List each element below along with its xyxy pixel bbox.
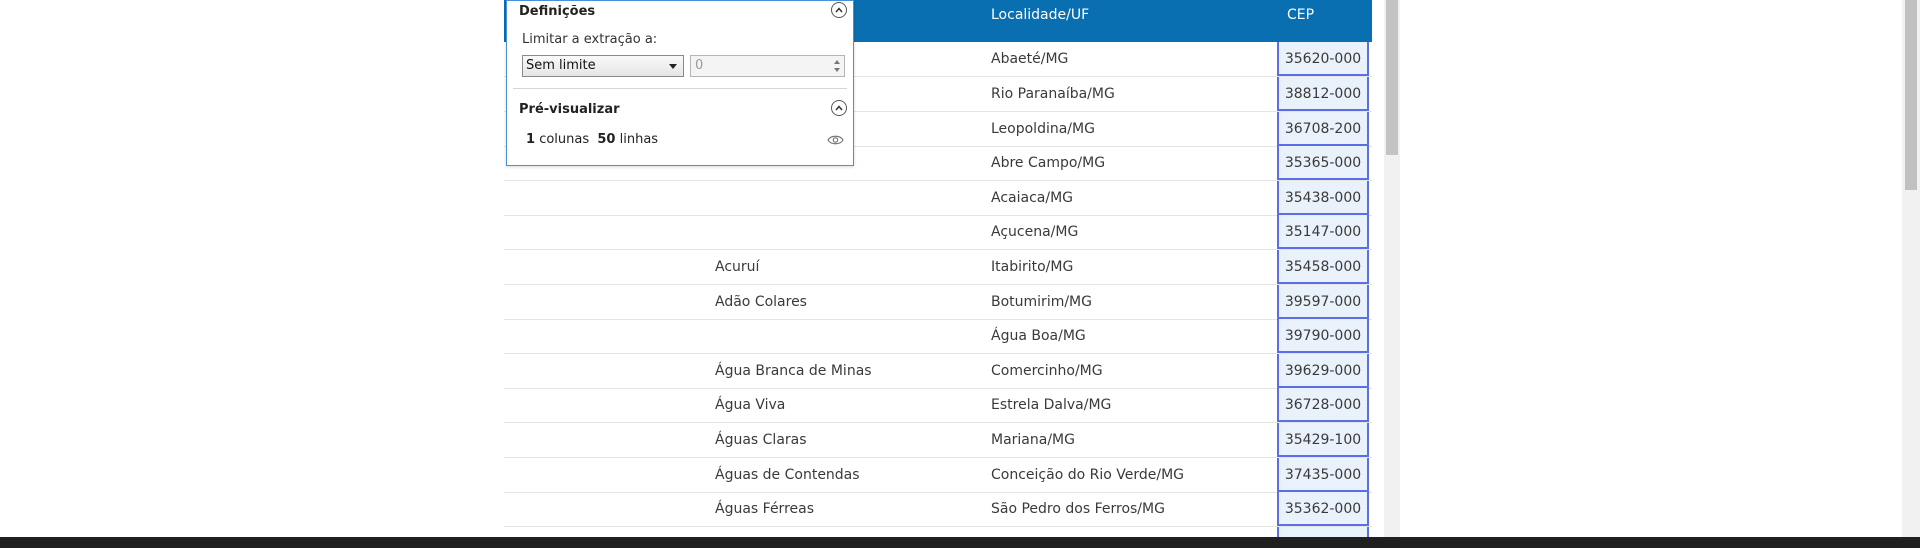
taskbar: [0, 537, 1920, 548]
preview-title: Pré-visualizar: [519, 102, 620, 117]
cell-cep[interactable]: 37435-000: [1277, 458, 1369, 492]
limit-select-value: Sem limite: [526, 58, 596, 73]
spin-up-icon[interactable]: [834, 60, 840, 64]
cell-cep[interactable]: 35362-000: [1277, 492, 1369, 526]
cell-bairro: Água Viva: [715, 397, 786, 413]
limit-label: Limitar a extração a:: [522, 32, 658, 47]
table-row[interactable]: [504, 527, 1372, 537]
cell-cep[interactable]: 39629-000: [1277, 354, 1369, 388]
cell-localidade: Botumirim/MG: [991, 294, 1092, 310]
table-row[interactable]: Adão Colares Botumirim/MG 39597-000: [504, 285, 1372, 320]
table-row[interactable]: Água Boa/MG 39790-000: [504, 319, 1372, 354]
cell-localidade: Rio Paranaíba/MG: [991, 86, 1115, 102]
cell-localidade: Abaeté/MG: [991, 51, 1069, 67]
cell-cep[interactable]: 35365-000: [1277, 146, 1369, 180]
cell-cep[interactable]: 35429-100: [1277, 423, 1369, 457]
limit-number-input[interactable]: 0: [690, 55, 845, 77]
cell-cep[interactable]: 39597-000: [1277, 285, 1369, 319]
cell-cep[interactable]: [1277, 527, 1369, 537]
cell-bairro: Águas Férreas: [715, 501, 815, 517]
cell-bairro: Águas Claras: [715, 432, 807, 448]
cell-localidade: São Pedro dos Ferros/MG: [991, 501, 1165, 517]
cell-localidade: Conceição do Rio Verde/MG: [991, 467, 1184, 483]
columns-count: 1: [526, 132, 536, 147]
cell-bairro: Adão Colares: [715, 294, 807, 310]
chevron-up-icon: [835, 105, 843, 111]
cell-bairro: Água Branca de Minas: [715, 363, 872, 379]
section-divider: [513, 88, 847, 89]
rows-word: linhas: [619, 132, 659, 147]
collapse-preview-button[interactable]: [831, 100, 847, 116]
eye-icon[interactable]: [827, 134, 844, 146]
table-row[interactable]: Água Viva Estrela Dalva/MG 36728-000: [504, 388, 1372, 423]
table-row[interactable]: Água Branca de Minas Comercinho/MG 39629…: [504, 354, 1372, 389]
cell-cep[interactable]: 36708-200: [1277, 112, 1369, 146]
extraction-settings-panel: Definições Limitar a extração a: Sem lim…: [506, 0, 854, 166]
limit-select[interactable]: Sem limite: [522, 55, 684, 77]
limit-number-value: 0: [695, 58, 704, 73]
cell-localidade: Acaiaca/MG: [991, 190, 1073, 206]
cell-cep[interactable]: 39790-000: [1277, 319, 1369, 353]
table-scrollbar-thumb[interactable]: [1386, 0, 1398, 155]
cell-localidade: Água Boa/MG: [991, 328, 1086, 344]
table-scrollbar[interactable]: [1384, 0, 1400, 537]
table-row[interactable]: Acuruí Itabirito/MG 35458-000: [504, 250, 1372, 285]
table-row[interactable]: Acaiaca/MG 35438-000: [504, 181, 1372, 216]
page-scrollbar-thumb[interactable]: [1905, 0, 1917, 190]
table-row[interactable]: Águas Claras Mariana/MG 35429-100: [504, 423, 1372, 458]
cell-cep[interactable]: 35620-000: [1277, 42, 1369, 76]
table-row[interactable]: Águas de Contendas Conceição do Rio Verd…: [504, 458, 1372, 493]
cell-cep[interactable]: 36728-000: [1277, 388, 1369, 422]
collapse-definicoes-button[interactable]: [831, 2, 847, 18]
table-row[interactable]: Açucena/MG 35147-000: [504, 215, 1372, 250]
cell-localidade: Itabirito/MG: [991, 259, 1074, 275]
spin-down-icon[interactable]: [834, 68, 840, 72]
chevron-up-icon: [835, 7, 843, 13]
cell-cep[interactable]: 35147-000: [1277, 215, 1369, 249]
cell-cep[interactable]: 35458-000: [1277, 250, 1369, 284]
caret-down-icon: [669, 64, 677, 69]
cell-localidade: Abre Campo/MG: [991, 155, 1106, 171]
cell-bairro: Águas de Contendas: [715, 467, 860, 483]
preview-summary: 1 colunas 50 linhas: [526, 132, 658, 147]
columns-word: colunas: [539, 132, 590, 147]
cell-localidade: Mariana/MG: [991, 432, 1075, 448]
column-header-cep[interactable]: CEP: [1287, 0, 1314, 30]
table-row[interactable]: Águas Férreas São Pedro dos Ferros/MG 35…: [504, 492, 1372, 527]
page-scrollbar[interactable]: [1902, 0, 1920, 537]
rows-count: 50: [597, 132, 616, 147]
cell-localidade: Estrela Dalva/MG: [991, 397, 1112, 413]
definicoes-title: Definições: [519, 4, 596, 19]
cell-cep[interactable]: 38812-000: [1277, 77, 1369, 111]
cell-localidade: Comercinho/MG: [991, 363, 1103, 379]
cell-localidade: Açucena/MG: [991, 224, 1079, 240]
column-header-localidade[interactable]: Localidade/UF: [991, 0, 1089, 30]
cell-cep[interactable]: 35438-000: [1277, 181, 1369, 215]
cell-bairro: Acuruí: [715, 259, 760, 275]
cell-localidade: Leopoldina/MG: [991, 121, 1095, 137]
